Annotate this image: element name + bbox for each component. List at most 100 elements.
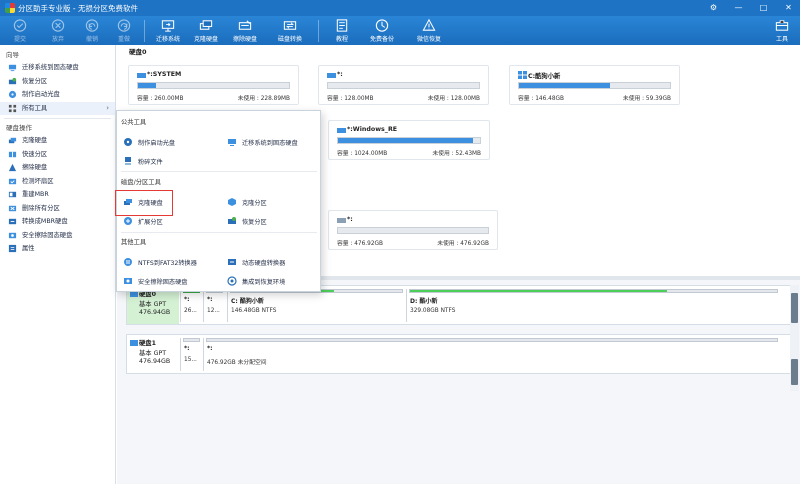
dropdown-item-ntfs-fat32[interactable]: NTFS到FAT32转换器 xyxy=(123,255,197,269)
disk-icon xyxy=(130,340,138,346)
scrollbar-thumb[interactable] xyxy=(791,359,798,385)
dropdown-section-disk-tools: 磁盘/分区工具 xyxy=(121,179,161,186)
commit-button[interactable]: 提交 xyxy=(2,17,38,44)
dropdown-item-migrate-ssd[interactable]: 迁移系统到固态硬盘 xyxy=(227,135,298,149)
migrate-os-button[interactable]: 迁移系统 xyxy=(150,17,186,44)
dropdown-item-recover-partition[interactable]: 恢复分区 xyxy=(227,214,267,228)
backup-icon xyxy=(375,19,389,32)
all-tools-icon xyxy=(8,104,17,112)
partition-card-system[interactable]: *:SYSTEM 容量 : 260.00MB 未使用 : 228.89MB xyxy=(128,65,299,105)
usage-bar xyxy=(337,227,489,234)
scrollbar-thumb[interactable] xyxy=(791,293,798,323)
drive-icon xyxy=(327,73,336,78)
convert-disk-button[interactable]: 磁盘转换 xyxy=(272,17,308,44)
drive-icon xyxy=(337,218,346,223)
title-bar: 分区助手专业版 - 无损分区免费软件 ⚙ — □ ✕ xyxy=(0,0,800,16)
usage-bar xyxy=(327,82,480,89)
partition-segment-d[interactable]: D: 酷小新 329.08GB NTFS xyxy=(406,289,780,322)
toolbar-separator xyxy=(144,20,145,42)
usage-bar xyxy=(518,82,671,89)
undo-button[interactable]: 撤销 xyxy=(74,17,110,44)
sidebar-item-wipe-disk[interactable]: 擦除硬盘 xyxy=(0,161,115,175)
dropdown-item-dynamic-disk[interactable]: 动态硬盘转换器 xyxy=(227,255,285,269)
migrate-os-icon xyxy=(8,65,17,72)
maximize-icon[interactable]: □ xyxy=(758,2,769,13)
partition-segment-c[interactable]: C: 酷狗小新 146.48GB NTFS xyxy=(227,289,405,322)
drive-icon xyxy=(337,128,346,133)
sidebar-item-properties[interactable]: 属性 xyxy=(0,242,115,256)
windows-icon xyxy=(518,71,527,79)
partition-card-msr[interactable]: *: 容量 : 128.00MB 未使用 : 128.00MB xyxy=(318,65,489,105)
redo-button[interactable]: 重做 xyxy=(106,17,142,44)
sidebar-item-migrate-ssd[interactable]: 迁移系统到固态硬盘 xyxy=(0,61,115,75)
sidebar-item-convert-mbr[interactable]: 转换成MBR硬盘 xyxy=(0,215,115,229)
convert-icon xyxy=(124,258,132,266)
free-backup-button[interactable]: 免费备份 xyxy=(364,17,400,44)
disk0-header: 硬盘0 xyxy=(129,48,147,56)
dropdown-item-recovery-env[interactable]: 集成到恢复环境 xyxy=(227,274,285,288)
usage-bar xyxy=(337,137,481,144)
partition-card-c[interactable]: C:酷狗小新 容量 : 146.48GB 未使用 : 59.39GB xyxy=(509,65,680,105)
sidebar-item-boot-disc[interactable]: 制作启动光盘 xyxy=(0,88,115,102)
sidebar-section-wizard: 向导 xyxy=(6,51,19,59)
partition-segment[interactable]: *: 15... xyxy=(180,338,202,371)
dynamic-disk-icon xyxy=(228,259,236,265)
disk-row-1[interactable]: 硬盘1 基本 GPT 476.94GB *: 15... *: 476.92GB… xyxy=(126,334,792,374)
sidebar-item-check-bad-sector[interactable]: 检测坏扇区 xyxy=(0,175,115,189)
recover-partition-icon xyxy=(8,77,17,84)
partition-segment-unallocated[interactable]: *: 476.92GB 未分配空间 xyxy=(203,338,780,371)
tutorial-button[interactable]: 教程 xyxy=(324,17,360,44)
drive-icon xyxy=(137,73,146,78)
disk-label[interactable]: 硬盘1 基本 GPT 476.94GB xyxy=(127,335,179,373)
cancel-icon xyxy=(51,19,65,32)
wechat-recover-button[interactable]: 微信恢复 xyxy=(411,17,447,44)
partition-card-windows-re[interactable]: *:Windows_RE 容量 : 1024.00MB 未使用 : 52.43M… xyxy=(328,120,490,160)
app-logo-icon xyxy=(5,3,15,13)
tutorial-icon xyxy=(336,19,348,32)
sidebar-item-rebuild-mbr[interactable]: 重建MBR xyxy=(0,188,115,202)
dropdown-item-extend-partition[interactable]: 扩展分区 xyxy=(123,214,163,228)
toolbar-separator xyxy=(318,20,319,42)
extend-partition-icon xyxy=(124,217,132,225)
dropdown-section-other-tools: 其他工具 xyxy=(121,239,147,246)
close-icon[interactable]: ✕ xyxy=(783,2,794,13)
sidebar-section-disk-ops: 硬盘操作 xyxy=(6,124,32,132)
wipe-disk-button[interactable]: 擦除硬盘 xyxy=(227,17,263,44)
discard-button[interactable]: 放弃 xyxy=(40,17,76,44)
usage-bar xyxy=(137,82,290,89)
sidebar: 向导 迁移系统到固态硬盘 恢复分区 制作启动光盘 所有工具 › 硬盘操作 克隆硬… xyxy=(0,45,116,484)
dropdown-section-common: 公共工具 xyxy=(121,119,147,126)
dropdown-item-secure-erase-ssd[interactable]: 安全擦除固态硬盘 xyxy=(123,274,188,288)
clone-disk-icon xyxy=(199,20,213,30)
recover-partition-icon xyxy=(228,217,236,224)
minimize-icon[interactable]: — xyxy=(733,2,744,13)
clone-disk-button[interactable]: 克隆硬盘 xyxy=(188,17,224,44)
undo-icon xyxy=(85,19,99,32)
window-title: 分区助手专业版 - 无损分区免费软件 xyxy=(18,3,138,13)
partition-segment[interactable]: *: 12... xyxy=(203,289,225,322)
vertical-scrollbar[interactable] xyxy=(790,285,799,391)
secure-erase-icon xyxy=(124,278,132,284)
tools-button[interactable]: 工具 xyxy=(764,17,800,44)
chevron-right-icon: › xyxy=(106,103,109,112)
wipe-disk-icon xyxy=(8,164,17,172)
dropdown-item-clone-partition[interactable]: 克隆分区 xyxy=(227,195,267,209)
sidebar-item-clone-disk[interactable]: 克隆硬盘 xyxy=(0,134,115,148)
partition-segment[interactable]: *: 26... xyxy=(180,289,202,322)
dropdown-item-boot-disc[interactable]: 制作启动光盘 xyxy=(123,135,175,149)
recover-icon xyxy=(422,18,436,31)
rebuild-mbr-icon xyxy=(8,192,17,198)
dropdown-item-shred-files[interactable]: 粉碎文件 xyxy=(123,154,163,168)
settings-icon[interactable]: ⚙ xyxy=(708,2,719,13)
sidebar-item-delete-all-partitions[interactable]: 删除所有分区 xyxy=(0,202,115,216)
secure-erase-icon xyxy=(8,232,17,238)
shred-files-icon xyxy=(125,157,131,165)
sidebar-item-recover-partition[interactable]: 恢复分区 xyxy=(0,75,115,89)
sidebar-item-secure-erase-ssd[interactable]: 安全擦除固态硬盘 xyxy=(0,229,115,243)
sidebar-item-quick-partition[interactable]: 快速分区 xyxy=(0,148,115,162)
partition-card-unallocated[interactable]: *: 容量 : 476.92GB 未使用 : 476.92GB xyxy=(328,210,498,250)
clone-disk-icon xyxy=(8,138,17,144)
migrate-os-icon xyxy=(228,139,236,146)
convert-disk-icon xyxy=(283,21,297,30)
sidebar-item-all-tools[interactable]: 所有工具 › xyxy=(0,101,115,115)
